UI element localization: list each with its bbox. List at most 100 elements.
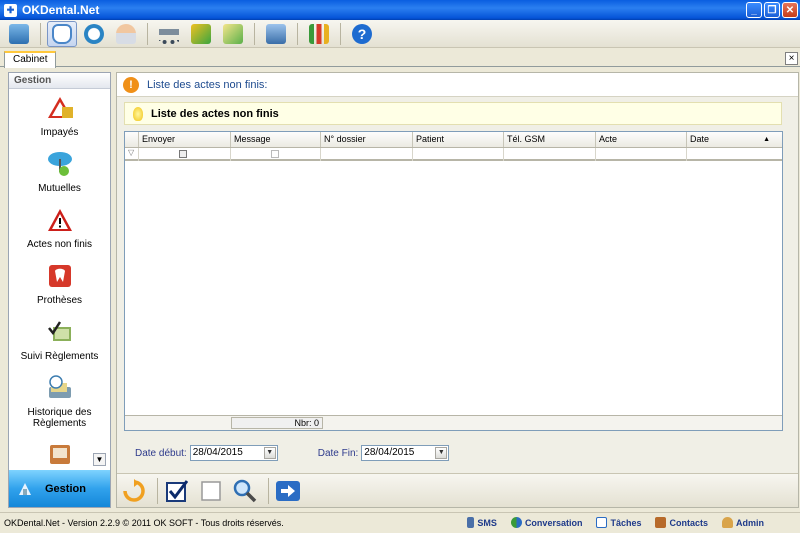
grid-header: Envoyer Message N° dossier Patient Tél. … [125,132,782,148]
finance-toolbar-button[interactable] [186,21,216,47]
chevron-down-icon[interactable]: ▼ [263,447,276,459]
sidebar-item-label: Prothèses [36,295,83,306]
uncheck-all-button[interactable] [196,477,226,505]
help-icon: ? [352,23,372,44]
clock-icon [84,23,104,44]
maximize-button[interactable]: ❐ [764,2,780,18]
checkbox-filter[interactable] [179,150,187,158]
filter-cell-envoyer[interactable] [139,148,231,161]
contacts-book-icon [655,517,667,528]
chevron-down-icon[interactable]: ▼ [435,447,448,459]
sms-label: SMS [477,517,497,528]
filter-cell-tel-gsm[interactable] [504,148,596,161]
message-filter-icon [271,150,279,158]
info-title: Liste des actes non finis [151,107,279,120]
arrow-right-icon [276,480,300,501]
sidebar-item-label: Impayés [40,127,79,138]
search-icon [233,479,257,502]
sidebar-nav-gestion-button[interactable]: Gestion [9,470,110,507]
filter-cell-acte[interactable] [596,148,687,161]
toolbar-separator [40,22,41,45]
column-header-envoyer[interactable]: Envoyer [139,132,231,147]
sidebar-item-impayes[interactable]: Impayés [9,95,110,138]
cart-toolbar-button[interactable] [154,21,184,47]
window-controls: _ ❐ ✕ [746,2,798,18]
toolbar-separator [268,477,269,504]
conversation-label: Conversation [524,517,583,528]
sort-arrow-icon: ▲ [763,136,770,143]
title-bar: ✚ OKDental.Net _ ❐ ✕ [0,0,800,20]
column-header-dossier[interactable]: N° dossier [321,132,413,147]
close-button[interactable]: ✕ [782,2,798,18]
sidebar-item-mutuelles[interactable]: Mutuelles [9,151,110,194]
exclamation-icon: ! [123,76,139,93]
status-bar: OKDental.Net - Version 2.2.9 © 2011 OK S… [0,512,800,533]
action-bar [117,473,798,507]
data-grid[interactable]: Envoyer Message N° dossier Patient Tél. … [124,131,783,431]
stats-toolbar-button[interactable] [304,21,334,47]
toolbar-separator [297,22,298,45]
sidebar-item-label: Suivi Règlements [20,351,99,362]
mutual-icon [47,151,73,177]
refresh-button[interactable] [119,477,149,505]
sidebar-item-label: Actes non finis [26,239,93,250]
tooth-icon [52,23,72,44]
column-header-message[interactable]: Message [231,132,321,147]
cabinet-toolbar-button[interactable] [4,21,34,47]
filter-cell-message[interactable] [231,148,321,161]
gestion-icon [19,482,31,495]
documents-toolbar-button[interactable] [218,21,248,47]
tab-cabinet[interactable]: Cabinet [4,51,57,68]
help-toolbar-button[interactable]: ? [347,21,377,47]
status-links: SMS Conversation Tâches Contacts Admin [467,517,764,528]
sidebar-scroll-down-button[interactable]: ▼ [93,453,106,466]
date-end-picker[interactable]: 28/04/2015 ▼ [361,445,450,461]
admin-link[interactable]: Admin [722,517,764,528]
date-start-value: 28/04/2015 [192,447,243,458]
sidebar: Gestion Impayés Mutuelles Actes non fini… [8,72,111,508]
search-button[interactable] [230,477,260,505]
tasks-icon [596,517,608,528]
documents-icon [223,23,243,44]
filter-cell-date[interactable] [687,148,782,161]
growth-icon [191,23,211,44]
contacts-label: Contacts [669,517,708,528]
minimize-button[interactable]: _ [746,2,762,18]
panel-title: Liste des actes non finis: [147,78,268,91]
sidebar-list: Impayés Mutuelles Actes non finis Prothè… [9,89,110,469]
cabinet-icon [9,23,29,44]
contacts-link[interactable]: Contacts [655,517,708,528]
row-count: Nbr: 0 [231,417,323,429]
patient-toolbar-button[interactable] [111,21,141,47]
conversation-link[interactable]: Conversation [510,517,583,528]
date-start-picker[interactable]: 28/04/2015 ▼ [189,445,278,461]
date-end-value: 28/04/2015 [364,447,415,458]
sidebar-item-suivi-reglements[interactable]: Suivi Règlements [9,319,110,362]
date-start-label: Date début: [135,447,187,459]
column-header-date[interactable]: Date ▲ [687,132,782,147]
settings-toolbar-button[interactable] [261,21,291,47]
column-header-tel-gsm[interactable]: Tél. GSM [504,132,596,147]
tooth-toolbar-button[interactable] [47,20,77,47]
check-all-button[interactable] [162,477,192,505]
tasks-link[interactable]: Tâches [596,517,641,528]
admin-label: Admin [736,517,764,528]
toolbar-separator [254,22,255,45]
filter-cell-patient[interactable] [413,148,504,161]
tab-close-button[interactable]: × [785,52,798,65]
column-header-patient[interactable]: Patient [413,132,504,147]
lightbulb-icon [133,106,143,121]
prosthesis-icon [47,263,73,289]
next-button[interactable] [273,477,303,505]
inbox-icon [47,441,73,467]
sidebar-item-actes-non-finis[interactable]: Actes non finis [9,207,110,250]
filter-icon[interactable]: ▽ [125,148,139,161]
bar-chart-icon [309,23,329,44]
sidebar-item-protheses[interactable]: Prothèses [9,263,110,306]
filter-cell-dossier[interactable] [321,148,413,161]
sms-link[interactable]: SMS [467,517,497,528]
column-header-acte[interactable]: Acte [596,132,687,147]
appointments-toolbar-button[interactable] [79,21,109,47]
sidebar-item-historique-reglements[interactable]: Historique des Règlements [9,375,110,429]
main-toolbar: ? [0,20,800,48]
